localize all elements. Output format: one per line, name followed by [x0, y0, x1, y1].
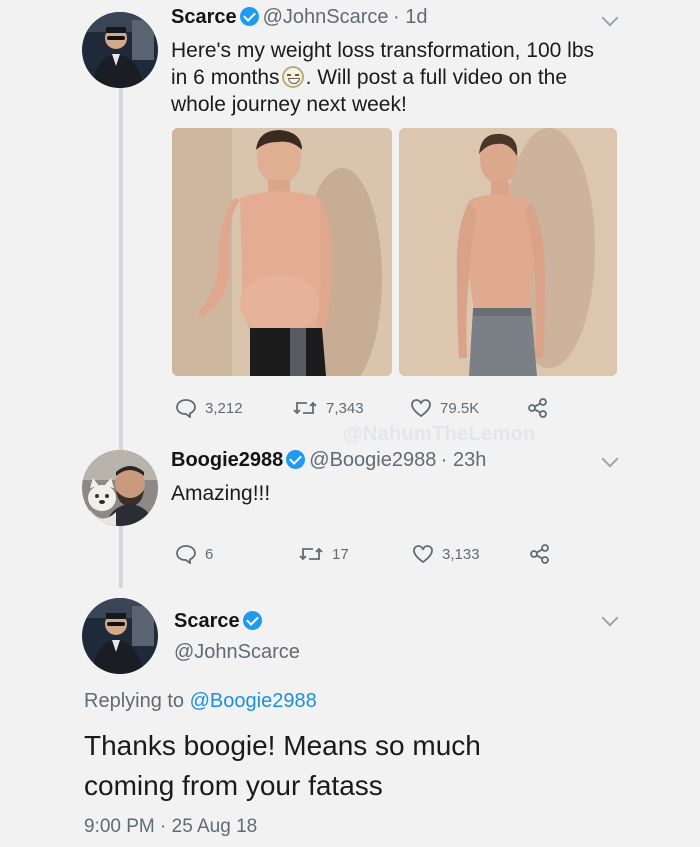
verified-badge-icon [242, 611, 262, 630]
share-action[interactable] [529, 544, 551, 564]
author-name[interactable]: Scarce [171, 6, 237, 28]
author-name[interactable]: Boogie2988 [171, 449, 283, 471]
tweet-time[interactable]: · 1d [393, 6, 427, 28]
retweet-icon [299, 547, 323, 561]
share-icon [528, 398, 547, 418]
share-action[interactable] [527, 398, 549, 418]
tweet-text: Amazing!!! [171, 482, 271, 505]
after-photo[interactable] [399, 128, 617, 376]
author-handle[interactable]: @JohnScarce [263, 6, 389, 28]
verified-badge-icon [239, 7, 259, 26]
reply-count: 3,212 [205, 399, 243, 417]
heart-icon [413, 545, 433, 564]
like-count: 79.5K [440, 399, 480, 417]
tweet-text: Thanks boogie! Means so much coming from… [84, 730, 481, 801]
reply-count: 6 [205, 545, 214, 563]
chevron-down-icon[interactable] [601, 9, 619, 27]
reply-action[interactable]: 6 [175, 544, 213, 564]
tweet-timestamp[interactable]: 9:00 PM · 25 Aug 18 [84, 816, 257, 838]
reply-action[interactable]: 3,212 [175, 398, 243, 418]
chevron-down-icon[interactable] [601, 450, 619, 468]
chevron-down-icon[interactable] [601, 609, 619, 627]
avatar[interactable] [82, 598, 158, 674]
author-name[interactable]: Scarce [174, 610, 240, 632]
retweet-icon [293, 401, 317, 415]
retweet-count: 17 [332, 545, 349, 563]
reply-icon [176, 545, 196, 564]
avatar[interactable] [82, 12, 158, 88]
tweet-author-block: Scarce @JohnScarce [174, 610, 300, 664]
author-handle[interactable]: @Boogie2988 [309, 449, 436, 471]
like-action[interactable]: 79.5K [410, 398, 479, 418]
before-photo[interactable] [172, 128, 392, 376]
author-handle[interactable]: @JohnScarce [174, 641, 300, 664]
watermark: @NahumTheLemon [343, 423, 536, 445]
verified-badge-icon [286, 450, 306, 469]
reply-icon [176, 399, 196, 418]
tweet-header: Boogie2988 @Boogie2988 · 23h [171, 449, 486, 472]
grimacing-face-emoji-icon [281, 66, 304, 88]
avatar[interactable] [82, 450, 158, 526]
retweet-action[interactable]: 7,343 [292, 398, 364, 418]
share-icon [530, 544, 549, 564]
retweet-count: 7,343 [326, 399, 364, 417]
replying-to-label: Replying to [84, 690, 185, 712]
retweet-action[interactable]: 17 [298, 544, 349, 564]
like-count: 3,133 [442, 545, 480, 563]
like-action[interactable]: 3,133 [412, 544, 480, 564]
tweet-time[interactable]: · 23h [441, 449, 487, 471]
replying-to-handle[interactable]: @Boogie2988 [190, 690, 317, 712]
tweet-header: Scarce @JohnScarce · 1d [171, 6, 427, 29]
replying-to: Replying to @Boogie2988 [84, 690, 317, 713]
tweet-text: Here's my weight loss transformation, 10… [171, 37, 611, 118]
heart-icon [411, 399, 431, 418]
